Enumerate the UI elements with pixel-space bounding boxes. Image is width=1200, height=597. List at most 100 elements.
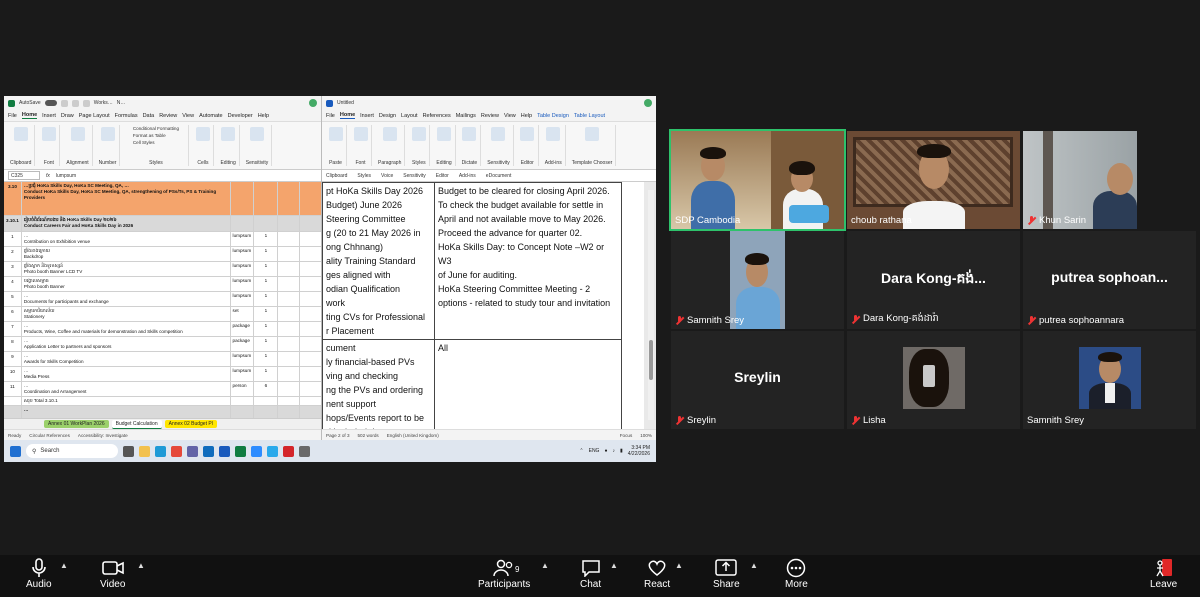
autosave-toggle[interactable] bbox=[44, 100, 57, 106]
ribbon-group[interactable]: Styles bbox=[408, 125, 431, 166]
row-number-cell[interactable]: 3.10 bbox=[4, 182, 22, 215]
react-options-chevron-icon[interactable]: ▲ bbox=[675, 561, 683, 570]
ribbon-group-font[interactable]: Font bbox=[38, 125, 61, 166]
leave-button[interactable]: Leave bbox=[1150, 557, 1177, 590]
value-cell[interactable] bbox=[300, 337, 321, 351]
unit-cell[interactable] bbox=[231, 182, 255, 215]
zoom-taskbar-icon[interactable] bbox=[251, 445, 262, 457]
ribbon-tab[interactable]: File bbox=[8, 113, 17, 119]
redo-icon[interactable] bbox=[82, 99, 90, 107]
value-cell[interactable] bbox=[300, 292, 321, 306]
row-number-cell[interactable]: 8 bbox=[4, 337, 22, 351]
ribbon-tab[interactable]: View bbox=[504, 113, 516, 119]
value-cell[interactable] bbox=[278, 397, 301, 405]
row-number-cell[interactable]: 3 bbox=[4, 262, 22, 276]
value-cell[interactable] bbox=[278, 277, 301, 291]
language-indicator[interactable]: ENG bbox=[589, 448, 600, 454]
ribbon-group[interactable]: Sensitivity bbox=[484, 125, 514, 166]
quantity-cell[interactable]: 1 bbox=[254, 352, 279, 366]
value-cell[interactable] bbox=[278, 406, 301, 418]
row-number-cell[interactable]: 2 bbox=[4, 247, 22, 261]
ribbon-group-editing[interactable]: Editing bbox=[217, 125, 240, 166]
video-tile[interactable]: Samnith Srey bbox=[1023, 331, 1196, 429]
audio-options-chevron-icon[interactable]: ▲ bbox=[60, 561, 68, 570]
ribbon-group[interactable]: Editor bbox=[517, 125, 539, 166]
value-cell[interactable] bbox=[278, 367, 301, 381]
ribbon-group-clipboard[interactable]: Clipboard bbox=[7, 125, 36, 166]
quantity-cell[interactable] bbox=[254, 216, 279, 231]
ribbon-tab[interactable]: References bbox=[423, 113, 451, 119]
quantity-cell[interactable]: 1 bbox=[254, 247, 279, 261]
cell-styles-button[interactable]: Cell Styles bbox=[133, 139, 179, 146]
description-cell[interactable]: … bbox=[22, 406, 231, 418]
ribbon-tab[interactable]: Review bbox=[481, 113, 499, 119]
description-cell[interactable]: … Media Press bbox=[22, 367, 231, 381]
ribbon-group-sensitivity[interactable]: Sensitivity bbox=[243, 125, 273, 166]
word-taskbar-icon[interactable] bbox=[219, 445, 230, 457]
table-cell-left[interactable]: pt HoKa Skills Day 2026 Budget) June 2026… bbox=[322, 182, 435, 340]
participants-options-chevron-icon[interactable]: ▲ bbox=[541, 561, 549, 570]
value-cell[interactable] bbox=[278, 352, 301, 366]
quantity-cell[interactable] bbox=[254, 406, 279, 418]
more-button[interactable]: More bbox=[785, 557, 808, 590]
video-button[interactable]: Video bbox=[100, 557, 125, 590]
edge-icon[interactable] bbox=[155, 445, 166, 457]
chat-button[interactable]: Chat bbox=[580, 557, 601, 590]
scroll-thumb[interactable] bbox=[649, 340, 653, 380]
value-cell[interactable] bbox=[300, 367, 321, 381]
value-cell[interactable] bbox=[278, 247, 301, 261]
description-cell[interactable]: … Documents for participants and exchange bbox=[22, 292, 231, 306]
table-cell-right[interactable]: All bbox=[434, 339, 622, 429]
undo-icon[interactable] bbox=[71, 99, 79, 107]
unit-cell[interactable]: lumpsum bbox=[231, 232, 255, 246]
unit-cell[interactable]: package bbox=[231, 337, 255, 351]
vertical-scrollbar[interactable] bbox=[648, 190, 654, 420]
ribbon-group-alignment[interactable]: Alignment bbox=[63, 125, 93, 166]
ribbon-tab[interactable]: Automate bbox=[199, 113, 223, 119]
ribbon-group[interactable]: Paragraph bbox=[375, 125, 406, 166]
teams-icon[interactable] bbox=[187, 445, 198, 457]
value-cell[interactable] bbox=[300, 406, 321, 418]
ribbon-tab[interactable]: Draw bbox=[61, 113, 74, 119]
react-button[interactable]: React bbox=[644, 557, 670, 590]
battery-icon[interactable]: ▮ bbox=[620, 448, 623, 454]
ribbon-tab[interactable]: Home bbox=[339, 112, 356, 119]
spreadsheet-grid[interactable]: 3.10 …ប្រជុំ HoKa Skills Day, HoKa SC Mee… bbox=[4, 182, 321, 418]
description-cell[interactable]: … Coordination and Arrangement bbox=[22, 382, 231, 396]
opera-icon[interactable] bbox=[283, 445, 294, 457]
telegram-icon[interactable] bbox=[267, 445, 278, 457]
row-number-cell[interactable]: 5 bbox=[4, 292, 22, 306]
unit-cell[interactable]: lumpsum bbox=[231, 292, 255, 306]
status-circular-references[interactable]: Circular References bbox=[29, 433, 70, 438]
file-explorer-icon[interactable] bbox=[139, 445, 150, 457]
description-cell[interactable]: សម្ភារការិយាល័យ Stationery bbox=[22, 307, 231, 321]
value-cell[interactable] bbox=[300, 352, 321, 366]
ribbon-tab[interactable]: Help bbox=[258, 113, 269, 119]
ribbon-tab[interactable]: Page Layout bbox=[79, 113, 110, 119]
value-cell[interactable] bbox=[278, 232, 301, 246]
value-cell[interactable] bbox=[278, 262, 301, 276]
video-tile[interactable]: putrea sophoan... putrea sophoannara bbox=[1023, 231, 1196, 329]
ribbon-group[interactable]: Add-ins bbox=[542, 125, 566, 166]
ribbon-tab[interactable]: Table Design bbox=[537, 113, 569, 119]
excel-taskbar-icon[interactable] bbox=[235, 445, 246, 457]
row-number-cell[interactable]: 3.10.1 bbox=[4, 216, 22, 231]
participants-button[interactable]: Participants bbox=[478, 557, 530, 590]
value-cell[interactable] bbox=[300, 382, 321, 396]
quantity-cell[interactable]: 1 bbox=[254, 277, 279, 291]
value-cell[interactable] bbox=[300, 216, 321, 231]
row-number-cell[interactable]: 11 bbox=[4, 382, 22, 396]
ribbon-tab[interactable]: Data bbox=[143, 113, 155, 119]
quantity-cell[interactable]: 1 bbox=[254, 307, 279, 321]
quantity-cell[interactable]: 1 bbox=[254, 292, 279, 306]
video-tile[interactable]: SDP Cambodia bbox=[669, 129, 846, 231]
photos-icon[interactable] bbox=[299, 445, 310, 457]
ribbon-tab[interactable]: Mailings bbox=[456, 113, 476, 119]
ribbon-tab[interactable]: View bbox=[182, 113, 194, 119]
row-number-cell[interactable] bbox=[4, 406, 22, 418]
value-cell[interactable] bbox=[278, 292, 301, 306]
row-number-cell[interactable]: 10 bbox=[4, 367, 22, 381]
ribbon-tab[interactable]: Table Layout bbox=[574, 113, 605, 119]
formula-input[interactable]: lumpsum bbox=[56, 173, 76, 179]
ribbon-group-number[interactable]: Number bbox=[96, 125, 121, 166]
